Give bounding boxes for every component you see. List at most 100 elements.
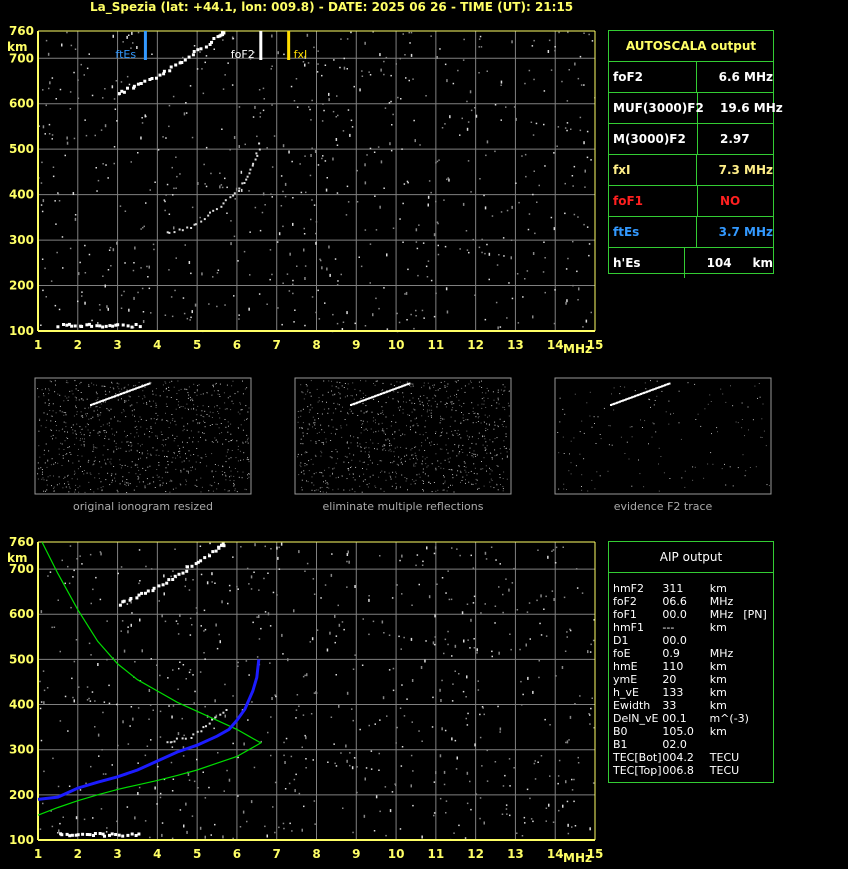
f2-trace-point <box>191 53 195 57</box>
noise-dot <box>399 828 402 830</box>
noise-dot <box>97 663 99 666</box>
noise-dot <box>396 726 398 729</box>
thumbnail-dot <box>481 380 482 382</box>
thumbnail-dot <box>179 450 181 452</box>
thumbnail-dot <box>37 478 39 480</box>
noise-dot <box>138 549 141 551</box>
noise-dot <box>134 246 136 250</box>
es-trace-point <box>126 324 130 328</box>
noise-dot <box>502 593 504 596</box>
noise-dot <box>584 169 586 173</box>
noise-dot <box>467 121 470 123</box>
noise-dot <box>346 691 349 695</box>
thumbnail-dot <box>121 388 123 390</box>
noise-dot <box>51 138 53 140</box>
thumbnail-dot <box>144 387 146 388</box>
thumbnail-dot <box>167 464 169 466</box>
thumbnail-dot <box>144 433 146 435</box>
noise-dot <box>555 675 557 677</box>
noise-dot <box>445 592 447 594</box>
noise-dot <box>288 782 291 785</box>
thumbnail-dot <box>199 462 201 464</box>
noise-dot <box>159 710 162 713</box>
thumbnail-dot <box>404 460 406 462</box>
thumbnail-dot <box>389 445 390 447</box>
noise-dot <box>324 584 327 586</box>
thumbnail-dot <box>650 380 651 382</box>
thumbnail-dot <box>382 410 384 412</box>
thumbnail-dot <box>149 381 151 383</box>
thumbnail-dot <box>331 457 333 459</box>
thumbnail-dot <box>85 426 87 428</box>
thumbnail-dot <box>186 442 188 444</box>
noise-dot <box>270 716 272 718</box>
noise-dot <box>79 261 81 264</box>
noise-dot <box>48 133 51 135</box>
thumbnail-dot <box>340 427 342 429</box>
thumbnail-dot <box>215 470 217 472</box>
thumbnail-dot <box>79 439 81 441</box>
thumbnail-dot <box>66 380 68 382</box>
thumbnail-dot <box>240 459 242 461</box>
aip-cell <box>743 712 773 725</box>
noise-dot <box>258 615 260 618</box>
noise-dot <box>213 48 215 50</box>
autoscala-value: 2.97 <box>720 132 750 146</box>
thumbnail-dot <box>155 449 157 451</box>
noise-dot <box>42 289 44 292</box>
noise-dot <box>260 627 262 630</box>
thumbnail-dot <box>172 488 174 490</box>
thumbnail-dot <box>80 398 82 400</box>
thumbnail-dot <box>398 456 400 458</box>
thumbnail-dot <box>136 449 138 451</box>
noise-dot <box>210 834 212 836</box>
thumbnail-dot <box>464 385 466 387</box>
thumbnail-dot <box>465 466 467 468</box>
noise-dot <box>175 187 177 189</box>
thumbnail-dot <box>79 431 81 433</box>
thumbnail-dot <box>219 396 221 397</box>
noise-dot <box>564 127 567 129</box>
noise-dot <box>325 188 328 192</box>
noise-dot <box>407 268 409 271</box>
noise-dot <box>116 703 118 706</box>
thumbnail-dot <box>337 476 339 478</box>
noise-dot <box>368 633 370 636</box>
thumbnail-dot <box>240 409 242 411</box>
f-lower-trace-point <box>173 740 176 743</box>
aip-cell: km <box>709 686 727 699</box>
thumbnail-dot <box>109 391 111 393</box>
thumbnail-dot <box>139 473 141 475</box>
thumbnail-dot <box>83 470 85 471</box>
noise-dot <box>40 701 43 703</box>
thumbnail-dot <box>684 470 686 472</box>
thumbnail-dot <box>418 473 420 475</box>
f2-trace-point <box>222 544 226 548</box>
noise-dot <box>296 106 299 108</box>
thumbnail-dot <box>219 407 221 409</box>
noise-dot <box>437 222 439 225</box>
noise-dot <box>451 655 453 657</box>
thumbnail-dot <box>333 467 335 469</box>
thumbnail-dot <box>314 454 316 456</box>
noise-dot <box>375 297 377 300</box>
noise-dot <box>474 107 476 109</box>
thumbnail-dot <box>45 388 46 390</box>
noise-dot <box>228 584 231 587</box>
noise-dot <box>347 201 350 203</box>
f2-trace-point <box>155 76 158 80</box>
thumbnail-dot <box>427 415 429 417</box>
thumbnail-dot <box>211 424 213 425</box>
thumbnail-dot <box>216 405 218 407</box>
thumbnail-dot <box>92 416 94 418</box>
thumbnail-dot <box>741 427 743 429</box>
noise-dot <box>478 46 480 48</box>
noise-dot <box>253 766 256 769</box>
noise-dot <box>264 611 267 613</box>
thumbnail-dot <box>500 484 501 485</box>
thumbnail-dot <box>451 430 453 432</box>
thumbnail-dot <box>463 466 465 467</box>
noise-dot <box>318 318 321 320</box>
noise-dot <box>506 813 508 815</box>
thumbnail-dot <box>353 398 355 400</box>
